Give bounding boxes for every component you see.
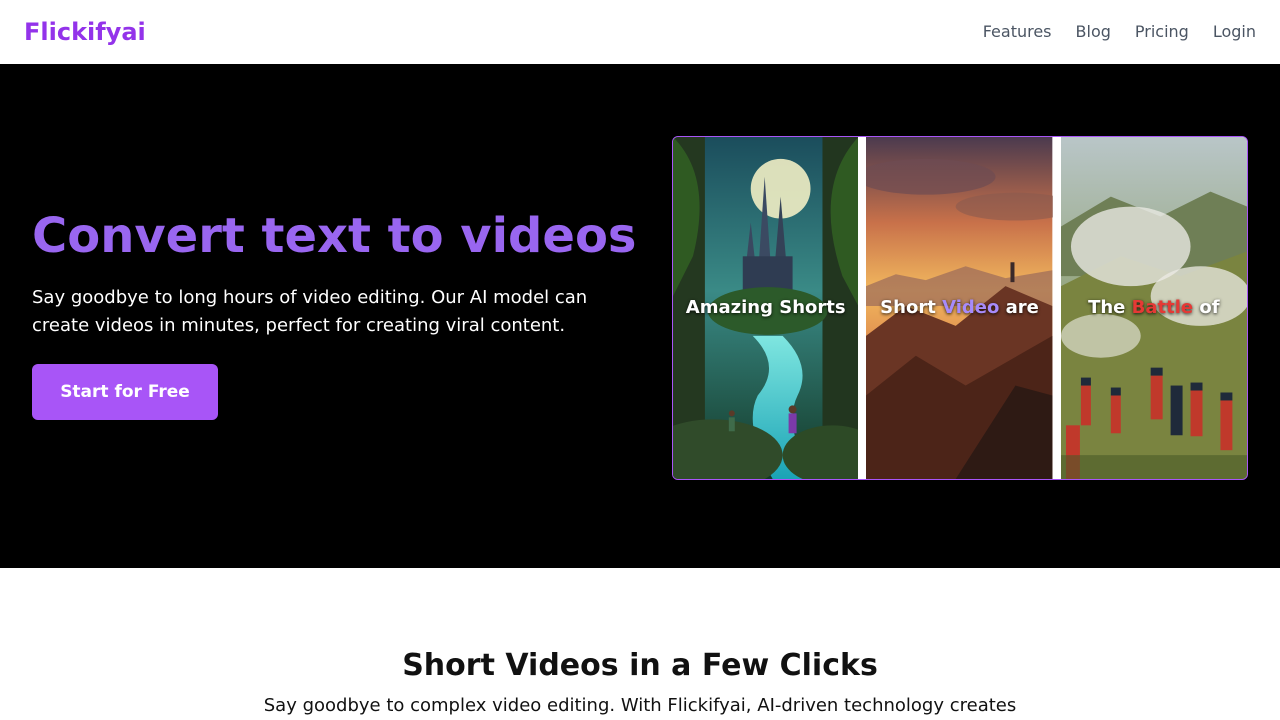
panel-divider <box>858 137 867 479</box>
panel-divider <box>1052 137 1061 479</box>
nav-link-features[interactable]: Features <box>983 20 1052 44</box>
nav-link-blog[interactable]: Blog <box>1076 20 1111 44</box>
nav-link-pricing[interactable]: Pricing <box>1135 20 1189 44</box>
video-showcase: Amazing Shorts Short Video are The Battl… <box>672 136 1248 480</box>
showcase-panel-sunset: Short Video are <box>866 137 1053 479</box>
start-for-free-button[interactable]: Start for Free <box>32 364 218 420</box>
hero-subtitle: Say goodbye to long hours of video editi… <box>32 287 588 336</box>
caption-amazing-shorts: Amazing Shorts <box>685 297 846 318</box>
showcase-panel-battle: The Battle of <box>1060 137 1247 479</box>
navbar: Flickifyai Features Blog Pricing Login <box>0 0 1280 64</box>
features-text: Say goodbye to complex video editing. Wi… <box>263 695 1017 716</box>
features-title: Short Videos in a Few Clicks <box>402 648 878 683</box>
nav-link-login[interactable]: Login <box>1213 20 1256 44</box>
showcase-panel-castle: Amazing Shorts <box>673 137 859 479</box>
brand-logo[interactable]: Flickifyai <box>24 16 146 48</box>
hero-section: Convert text to videos Say goodbye to lo… <box>0 64 1280 568</box>
nav-links: Features Blog Pricing Login <box>983 20 1256 44</box>
caption-battle: The Battle of <box>1088 297 1220 318</box>
caption-short-video: Short Video are <box>880 297 1039 318</box>
hero-title: Convert text to videos <box>32 208 637 264</box>
